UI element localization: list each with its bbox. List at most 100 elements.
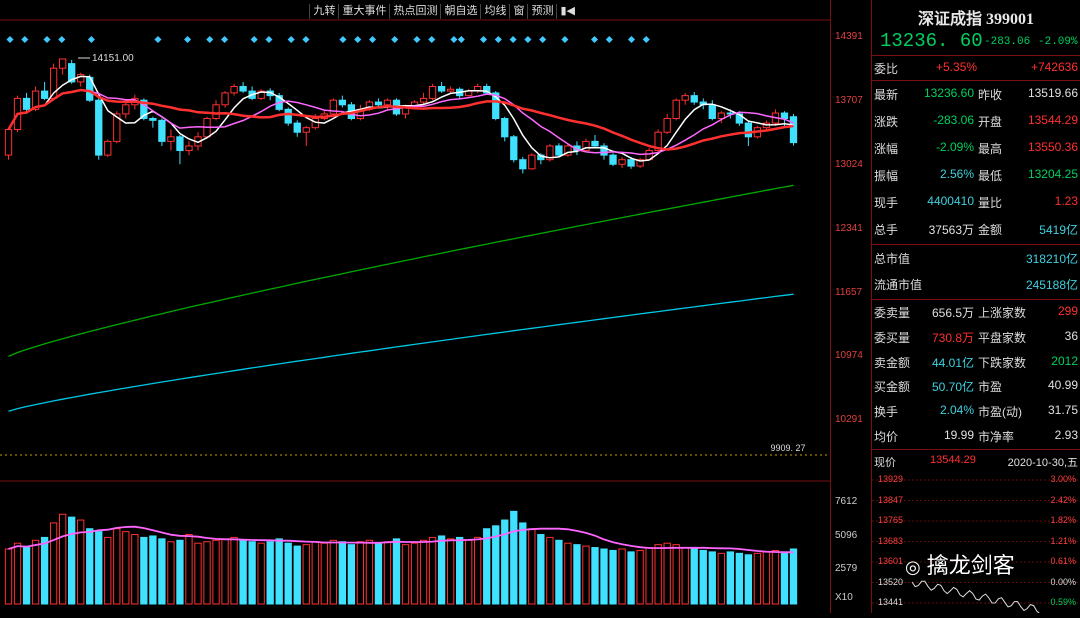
volume-bar [4, 548, 13, 605]
candle-body [419, 97, 428, 103]
quote-panel: 深证成指 399001 13236. 60 -283.06 -2.09% 委比 … [872, 0, 1080, 615]
signal-marker [206, 35, 214, 44]
stat-label: 上涨家数 [978, 306, 1027, 320]
quote-row: 最新 13236.60 昨收 13519.66 [872, 82, 1080, 106]
signal-marker [539, 35, 547, 44]
volume-tick: 7612 [835, 496, 858, 507]
volume-bar [789, 548, 798, 605]
volume-bar [636, 549, 644, 605]
quote-label: 开盘 [978, 115, 1003, 129]
quote-value: 1.23 [1054, 194, 1078, 208]
signal-marker [87, 35, 95, 44]
volume-bar [582, 545, 590, 605]
quote-row: 振幅 2.56% 最低 13204.25 [872, 163, 1080, 187]
candle-body [176, 136, 184, 152]
signal-marker [21, 35, 29, 44]
quote-label: 涨幅 [874, 142, 899, 156]
volume-bar [239, 539, 247, 605]
stat-label: 委买量 [874, 330, 911, 345]
stat-label: 下跌家数 [978, 355, 1027, 370]
volume-bar [573, 544, 581, 605]
quote-value: -2.09% [935, 140, 974, 154]
mini-right-tick: 0.61% [1050, 556, 1076, 566]
toolbar-watchlist-button[interactable]: 朝自选 [440, 4, 480, 19]
volume-tick: 2579 [835, 563, 858, 574]
volume-bar [663, 542, 671, 605]
quote-label: 振幅 [874, 169, 899, 183]
intraday-mini-chart[interactable]: 13929 13847 13765 13683 13601 13520 13441 3.00… [872, 470, 1080, 615]
quote-value: 2.56% [939, 167, 974, 181]
mini-right-tick: 0.00% [1050, 576, 1076, 587]
watermark-text: 擒龙剑客 [926, 554, 1015, 579]
volume-bar [86, 528, 94, 605]
volume-bar [320, 542, 328, 605]
quote-label: 昨收 [978, 88, 1003, 102]
volume-bar [519, 522, 527, 605]
toolbar-ma-button[interactable]: 均线 [480, 4, 509, 19]
quote-label: 最高 [978, 142, 1003, 156]
quote-label: 最低 [978, 169, 1003, 183]
price-tick: 12341 [835, 223, 863, 234]
signal-marker [391, 35, 399, 44]
volume-bar [365, 539, 374, 605]
candle-body [149, 118, 157, 121]
volume-bar [68, 516, 76, 605]
volume-bar [446, 538, 455, 605]
signal-marker [627, 35, 636, 44]
volume-bar [609, 549, 617, 605]
volume-bar [266, 541, 274, 605]
volume-bar [780, 551, 789, 605]
mkt-value: 245188亿 [1025, 278, 1078, 292]
candle-body [690, 95, 698, 103]
quote-value: 37563万 [928, 223, 974, 237]
mini-left-tick: 13683 [878, 535, 904, 546]
weibi-pct: +5.35% [936, 60, 978, 74]
volume-bar [437, 535, 446, 605]
volume-bar [717, 552, 725, 605]
price-tick: 13707 [835, 95, 863, 106]
candle-body [4, 128, 13, 156]
kline-chart-area[interactable]: 9909. 27 14151.00 九转 重大事件 热点回测 朝自选 均线 窗 预… [0, 0, 830, 613]
volume-bar [212, 539, 220, 605]
volume-bar [428, 536, 437, 605]
candle-body [122, 104, 130, 115]
volume-bar [31, 539, 40, 605]
candle-body [185, 145, 193, 152]
candle-body [284, 108, 292, 124]
last-price: 13236. 60 [880, 30, 983, 52]
volume-bar [113, 528, 121, 605]
quote-row: 涨幅 -2.09% 最高 13550.36 [872, 136, 1080, 160]
volume-bar [681, 547, 689, 605]
toolbar-forecast-button[interactable]: 预测 [527, 4, 556, 19]
toolbar-jiuzhuan-button[interactable]: 九转 [309, 4, 338, 19]
toolbar-major-events-button[interactable]: 重大事件 [338, 4, 389, 19]
kline-chart[interactable]: 9909. 27 14151.00 [0, 0, 830, 613]
signal-marker [184, 35, 192, 44]
price-tick: 10974 [835, 350, 863, 361]
volume-bar [708, 551, 716, 605]
signal-marker [43, 35, 51, 44]
high-label: 14151.00 [92, 53, 134, 64]
signal-marker [479, 35, 488, 44]
stat-value: 19.99 [943, 428, 974, 442]
volume-bar [672, 544, 680, 605]
price-pct: -2.09% [1038, 36, 1078, 48]
signal-marker [250, 35, 258, 44]
weibi-label: 委比 [874, 62, 899, 76]
volume-bar [546, 536, 554, 605]
weibi-row: 委比 +5.35% +742636 [872, 56, 1080, 80]
candle-body [58, 58, 67, 69]
candle-body [95, 99, 103, 156]
price-tick: 11657 [835, 287, 863, 298]
stat-label: 买金额 [874, 380, 911, 395]
volume-bar [419, 539, 428, 605]
toolbar-window-button[interactable]: 窗 [509, 4, 527, 19]
toolbar-toggle-icon[interactable]: ▮◀ [556, 4, 578, 19]
toolbar-hot-backtest-button[interactable]: 热点回测 [389, 4, 440, 19]
candle-body [293, 122, 301, 133]
volume-bar [654, 544, 662, 605]
stat-label: 委卖量 [874, 306, 911, 320]
mini-left-tick: 13765 [878, 515, 904, 525]
quote-value: 13236.60 [923, 86, 974, 100]
ma60-line [8, 184, 794, 357]
